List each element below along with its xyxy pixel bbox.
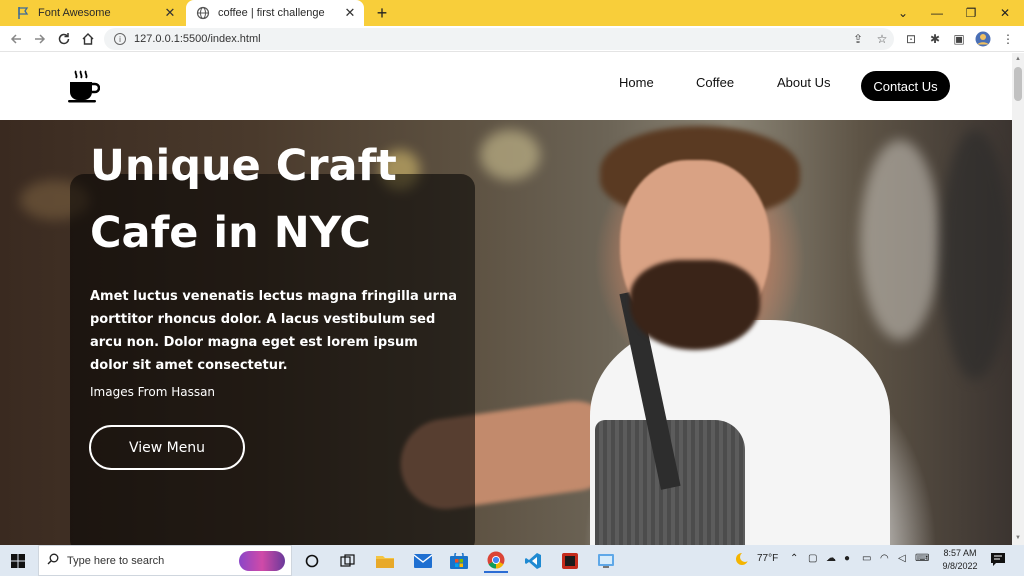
coffee-cup-icon[interactable]: [68, 69, 101, 103]
close-tab-icon[interactable]: ✕: [162, 5, 178, 21]
new-tab-button[interactable]: +: [372, 3, 392, 23]
search-placeholder: Type here to search: [67, 554, 165, 567]
reload-icon[interactable]: [54, 29, 74, 49]
profile-avatar-icon[interactable]: [973, 29, 993, 49]
hero-headline: Unique Craft Cafe in NYC: [90, 133, 470, 267]
browser-tab-strip: Font Awesome ✕ coffee | first challenge …: [0, 0, 1024, 26]
globe-icon: [196, 6, 210, 20]
snipping-tool-icon[interactable]: [594, 549, 618, 573]
forward-arrow-icon[interactable]: [30, 29, 50, 49]
bookmark-star-icon[interactable]: ☆: [872, 29, 892, 49]
cortana-circle-icon[interactable]: [300, 549, 324, 573]
headline-line-2: Cafe in NYC: [90, 208, 371, 258]
store-icon[interactable]: [447, 549, 471, 573]
tab-title: coffee | first challenge: [218, 7, 325, 19]
page-scrollbar[interactable]: ▲ ▼: [1012, 53, 1024, 545]
clock-date: 9/8/2022: [942, 561, 978, 571]
url-text: 127.0.0.1:5500/index.html: [134, 33, 261, 45]
flag-icon: [16, 6, 30, 20]
close-tab-icon[interactable]: ✕: [342, 5, 358, 21]
task-view-icon[interactable]: [336, 549, 360, 573]
chevron-up-icon[interactable]: ⌃: [790, 553, 798, 564]
tab-search-icon[interactable]: ⌄: [886, 0, 920, 26]
restore-button[interactable]: ❐: [954, 0, 988, 26]
notification-center-icon[interactable]: [990, 551, 1008, 569]
tab-title: Font Awesome: [38, 7, 111, 19]
contact-us-button[interactable]: Contact Us: [861, 71, 950, 101]
browser-toolbar: i 127.0.0.1:5500/index.html ⇪ ☆ ⊡ ✱ ▣ ⋮: [0, 26, 1024, 52]
taskbar-search-box[interactable]: Type here to search: [38, 545, 292, 576]
search-highlight-icon: [239, 551, 285, 571]
keyboard-icon[interactable]: ⌨: [915, 553, 929, 564]
app-red-icon[interactable]: [558, 549, 582, 573]
nav-link-about-us[interactable]: About Us: [777, 75, 830, 90]
file-explorer-icon[interactable]: [373, 549, 397, 573]
scroll-down-arrow-icon[interactable]: ▼: [1015, 535, 1021, 541]
vscode-icon[interactable]: [521, 549, 545, 573]
scroll-up-arrow-icon[interactable]: ▲: [1015, 56, 1021, 62]
chrome-icon[interactable]: [484, 549, 508, 573]
site-header: Home Coffee About Us Contact Us: [0, 53, 1012, 120]
headline-line-1: Unique Craft: [90, 141, 397, 191]
back-arrow-icon[interactable]: [6, 29, 26, 49]
nav-link-coffee[interactable]: Coffee: [696, 75, 734, 90]
close-window-button[interactable]: ✕: [988, 0, 1022, 26]
windows-taskbar: Type here to search 77°F ⌃ ▢ ☁ ● ▭ ◠ ◁ ⌨…: [0, 545, 1024, 576]
screenshot-extension-icon[interactable]: ⊡: [901, 29, 921, 49]
minimize-button[interactable]: —: [920, 0, 954, 26]
tab-coffee[interactable]: coffee | first challenge ✕: [186, 0, 364, 26]
scrollbar-thumb[interactable]: [1014, 67, 1022, 101]
nav-link-home[interactable]: Home: [619, 75, 654, 90]
address-bar[interactable]: i 127.0.0.1:5500/index.html: [104, 28, 894, 50]
view-menu-button[interactable]: View Menu: [89, 425, 245, 470]
home-icon[interactable]: [78, 29, 98, 49]
puzzle-extensions-icon[interactable]: ✱: [925, 29, 945, 49]
info-icon[interactable]: i: [114, 33, 126, 45]
clock-time: 8:57 AM: [943, 548, 977, 558]
meet-icon[interactable]: ▢: [808, 553, 817, 564]
windows-start-icon[interactable]: [0, 545, 36, 576]
weather-temperature[interactable]: 77°F: [757, 553, 778, 564]
mail-icon[interactable]: [411, 549, 435, 573]
system-clock[interactable]: 8:57 AM 9/8/2022: [938, 547, 982, 573]
web-page: Home Coffee About Us Contact Us Unique C…: [0, 53, 1012, 545]
volume-icon[interactable]: ◁: [898, 553, 906, 564]
image-credit: Images From Hassan: [90, 385, 216, 399]
share-icon[interactable]: ⇪: [848, 29, 868, 49]
tab-font-awesome[interactable]: Font Awesome ✕: [8, 0, 184, 26]
search-icon: [47, 553, 59, 568]
microphone-icon[interactable]: ●: [844, 553, 850, 564]
side-panel-icon[interactable]: ▣: [949, 29, 969, 49]
weather-sun-icon[interactable]: [734, 551, 750, 570]
browser-menu-icon[interactable]: ⋮: [998, 29, 1018, 49]
onedrive-icon[interactable]: ☁: [826, 553, 836, 564]
hero-description: Amet luctus venenatis lectus magna fring…: [90, 289, 457, 373]
battery-icon[interactable]: ▭: [862, 553, 871, 564]
wifi-icon[interactable]: ◠: [880, 553, 889, 564]
